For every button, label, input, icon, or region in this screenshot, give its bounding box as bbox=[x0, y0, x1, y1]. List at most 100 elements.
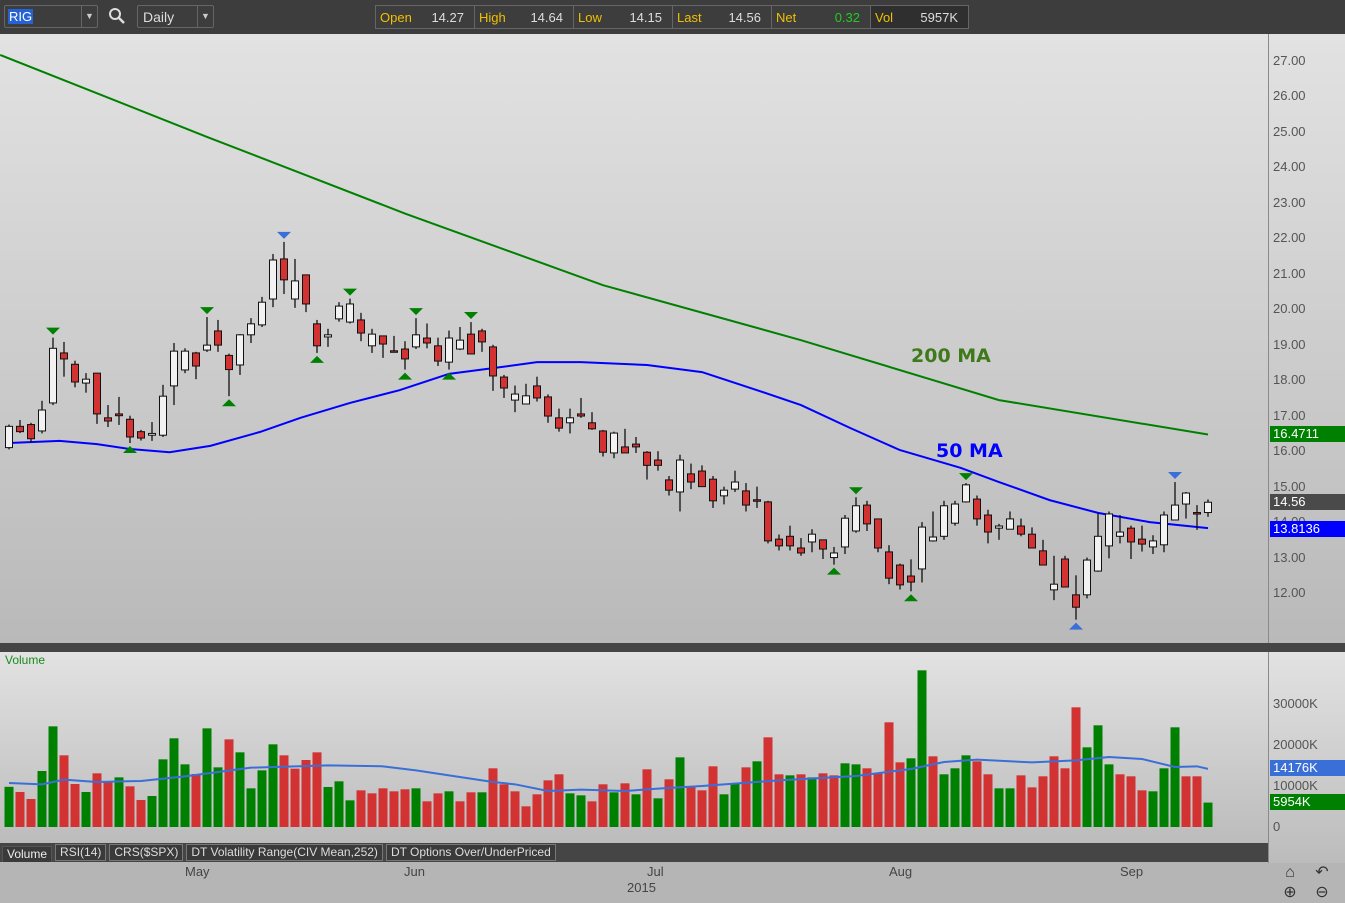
candle-down bbox=[742, 490, 750, 506]
volume-bar bbox=[686, 786, 696, 827]
period-select[interactable]: Daily ▼ bbox=[137, 5, 214, 28]
volume-panel[interactable]: Volume bbox=[0, 652, 1268, 843]
candle-down bbox=[71, 363, 79, 383]
volume-bar bbox=[829, 775, 839, 827]
tab-rsi[interactable]: RSI(14) bbox=[55, 844, 107, 861]
chevron-down-icon[interactable]: ▼ bbox=[81, 6, 97, 27]
candle-down bbox=[599, 430, 607, 453]
candle-down bbox=[1127, 527, 1135, 543]
candle-down bbox=[434, 345, 442, 362]
volume-bar bbox=[1181, 776, 1191, 827]
quote-label: Last bbox=[677, 9, 702, 25]
candle-down bbox=[632, 443, 640, 448]
volume-bar bbox=[4, 786, 14, 827]
price-tick: 23.00 bbox=[1273, 194, 1306, 210]
volume-bar bbox=[708, 766, 718, 827]
volume-bar bbox=[576, 795, 586, 827]
volume-bar bbox=[752, 761, 762, 827]
volume-bar bbox=[466, 792, 476, 827]
candle-up bbox=[324, 334, 332, 338]
candle-up bbox=[38, 409, 46, 432]
undo-icon[interactable]: ↶ bbox=[1313, 864, 1331, 882]
volume-bar bbox=[411, 788, 421, 827]
price-tick: 17.00 bbox=[1273, 407, 1306, 423]
candle-down bbox=[137, 431, 145, 439]
month-label: Aug bbox=[889, 864, 913, 879]
candle-down bbox=[687, 473, 695, 483]
volume-bar bbox=[1115, 774, 1125, 827]
volume-bar bbox=[477, 792, 487, 827]
volume-bar bbox=[422, 801, 432, 827]
candle-up bbox=[258, 301, 266, 326]
ma200-label: 200 MA bbox=[911, 345, 991, 367]
zoom-in-icon[interactable]: ⊕ bbox=[1281, 884, 1299, 902]
quote-open: Open 14.27 bbox=[376, 6, 475, 28]
time-axis[interactable]: May Jun Jul Aug Sep 2015 bbox=[0, 862, 1268, 903]
volume-bar bbox=[70, 783, 80, 827]
home-icon[interactable]: ⌂ bbox=[1281, 864, 1299, 882]
volume-bar bbox=[1203, 802, 1213, 827]
volume-bar bbox=[1192, 776, 1202, 827]
volume-bar bbox=[851, 764, 861, 827]
volume-bar bbox=[972, 761, 982, 827]
candle-down bbox=[1138, 538, 1146, 545]
volume-axis[interactable]: 30000K 20000K 10000K 0 14176K 5954K bbox=[1268, 652, 1345, 863]
volume-bar bbox=[884, 722, 894, 827]
volume-bar bbox=[345, 800, 355, 827]
candle-up bbox=[1006, 518, 1014, 530]
price-tick: 13.00 bbox=[1273, 549, 1306, 565]
candle-up bbox=[808, 533, 816, 543]
volume-bar bbox=[862, 768, 872, 827]
candle-up bbox=[1094, 535, 1102, 572]
candle-down bbox=[984, 514, 992, 533]
quote-value: 14.64 bbox=[530, 9, 563, 25]
candle-up bbox=[181, 350, 189, 371]
price-chart-panel[interactable]: 200 MA 50 MA bbox=[0, 34, 1268, 643]
quote-vol: Vol 5957K bbox=[871, 6, 968, 28]
panel-divider[interactable] bbox=[0, 643, 1345, 652]
volume-bar bbox=[444, 791, 454, 827]
symbol-input[interactable]: RIG ▼ bbox=[4, 5, 98, 28]
ma50-line bbox=[8, 361, 1209, 530]
quote-low: Low 14.15 bbox=[574, 6, 673, 28]
volume-bar bbox=[939, 774, 949, 827]
volume-bar bbox=[807, 777, 817, 827]
candle-down bbox=[819, 539, 827, 550]
candle-up bbox=[929, 536, 937, 542]
volume-bar bbox=[169, 738, 179, 827]
candle-down bbox=[401, 348, 409, 360]
tab-dt-volatility-range[interactable]: DT Volatility Range(CIV Mean,252) bbox=[186, 844, 383, 861]
price-axis[interactable]: 27.00 26.00 25.00 24.00 23.00 22.00 21.00 20.00… bbox=[1268, 34, 1345, 643]
volume-bar bbox=[642, 769, 652, 827]
candle-up bbox=[720, 489, 728, 497]
candle-down bbox=[863, 504, 871, 525]
volume-bar bbox=[433, 793, 443, 827]
candle-up bbox=[511, 393, 519, 401]
quote-value: 14.15 bbox=[629, 9, 662, 25]
candle-up bbox=[951, 503, 959, 524]
candle-up bbox=[1182, 492, 1190, 505]
candle-up bbox=[995, 525, 1003, 529]
price-tick: 26.00 bbox=[1273, 88, 1306, 104]
quote-label: Net bbox=[776, 9, 797, 25]
volume-bar bbox=[26, 798, 36, 827]
price-tick: 27.00 bbox=[1273, 53, 1306, 68]
tab-dt-options[interactable]: DT Options Over/UnderPriced bbox=[385, 844, 556, 861]
candle-down bbox=[1039, 550, 1047, 566]
volume-bar bbox=[224, 739, 234, 827]
zoom-out-icon[interactable]: ⊖ bbox=[1313, 884, 1331, 902]
tab-volume[interactable]: Volume bbox=[2, 846, 53, 863]
volume-bar bbox=[1148, 791, 1158, 827]
volume-bar bbox=[1027, 787, 1037, 827]
month-label: Sep bbox=[1120, 864, 1144, 879]
tab-crs[interactable]: CRS($SPX) bbox=[109, 844, 184, 861]
candle-down bbox=[643, 451, 651, 466]
price-tick: 16.00 bbox=[1273, 443, 1306, 459]
search-icon[interactable] bbox=[108, 7, 126, 25]
volume-tick: 0 bbox=[1273, 819, 1281, 834]
candle-up bbox=[203, 344, 211, 351]
chevron-down-icon[interactable]: ▼ bbox=[197, 6, 213, 27]
peak-marker bbox=[200, 307, 214, 315]
volume-bar bbox=[983, 774, 993, 827]
volume-bar bbox=[59, 755, 69, 827]
